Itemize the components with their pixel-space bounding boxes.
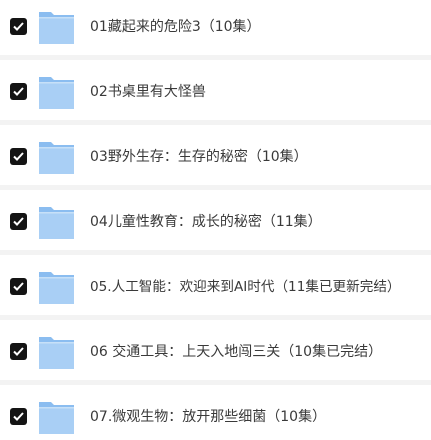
checkbox-checked[interactable]	[10, 18, 27, 35]
folder-name: 01藏起来的危险3（10集）	[90, 19, 261, 35]
list-item[interactable]: 01藏起来的危险3（10集）	[0, 0, 431, 60]
checkbox-checked[interactable]	[10, 148, 27, 165]
folder-name: 06 交通工具：上天入地闯三关（10集已完结）	[90, 344, 383, 360]
checkmark-icon	[13, 217, 24, 226]
folder-icon	[38, 268, 75, 305]
checkbox-checked[interactable]	[10, 343, 27, 360]
checkbox-checked[interactable]	[10, 278, 27, 295]
folder-icon	[38, 203, 75, 240]
checkmark-icon	[13, 22, 24, 31]
folder-name: 07.微观生物：放开那些细菌（10集）	[90, 409, 327, 425]
file-list: 01藏起来的危险3（10集） 02书桌里有大怪兽 03野外生存：生存的秘密（10…	[0, 0, 431, 440]
folder-icon	[38, 138, 75, 175]
folder-name: 02书桌里有大怪兽	[90, 84, 206, 100]
checkmark-icon	[13, 87, 24, 96]
checkbox-checked[interactable]	[10, 83, 27, 100]
checkmark-icon	[13, 152, 24, 161]
checkmark-icon	[13, 347, 24, 356]
checkbox-checked[interactable]	[10, 408, 27, 425]
checkmark-icon	[13, 282, 24, 291]
list-item[interactable]: 03野外生存：生存的秘密（10集）	[0, 130, 431, 190]
list-item[interactable]: 07.微观生物：放开那些细菌（10集）	[0, 390, 431, 440]
list-item[interactable]: 05.人工智能：欢迎来到AI时代（11集已更新完结）	[0, 260, 431, 320]
folder-name: 03野外生存：生存的秘密（10集）	[90, 149, 308, 165]
folder-icon	[38, 73, 75, 110]
folder-icon	[38, 8, 75, 45]
folder-icon	[38, 333, 75, 370]
list-item[interactable]: 02书桌里有大怪兽	[0, 65, 431, 125]
list-item[interactable]: 04儿童性教育：成长的秘密（11集）	[0, 195, 431, 255]
folder-name: 05.人工智能：欢迎来到AI时代（11集已更新完结）	[90, 279, 401, 295]
list-item[interactable]: 06 交通工具：上天入地闯三关（10集已完结）	[0, 325, 431, 385]
folder-icon	[38, 398, 75, 435]
checkmark-icon	[13, 412, 24, 421]
folder-name: 04儿童性教育：成长的秘密（11集）	[90, 214, 322, 230]
checkbox-checked[interactable]	[10, 213, 27, 230]
